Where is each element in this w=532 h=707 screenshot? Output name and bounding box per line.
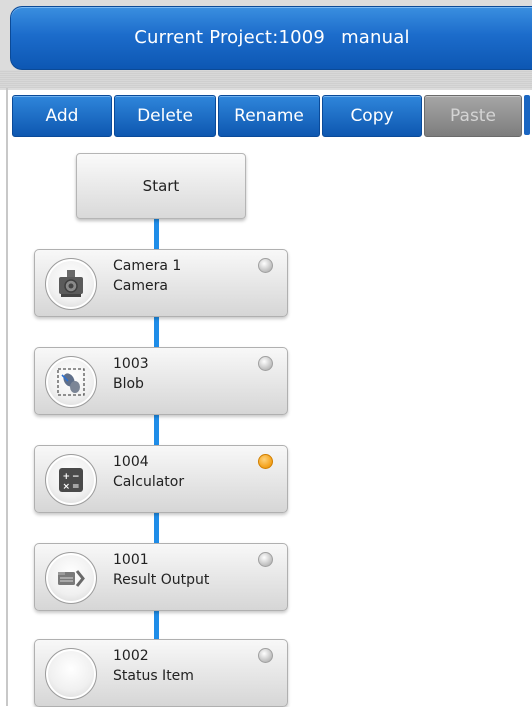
status-indicator — [258, 552, 273, 567]
add-button[interactable]: Add — [12, 95, 112, 137]
start-node[interactable]: Start — [76, 153, 246, 219]
title-prefix: Current Project: — [134, 27, 279, 48]
flow-node-result-output[interactable]: 1001 Result Output — [34, 543, 288, 611]
flow-connector — [154, 609, 159, 639]
paste-button: Paste — [424, 95, 522, 137]
project-title-bar: Current Project:1009 manual — [10, 6, 532, 70]
left-border — [6, 88, 8, 706]
status-indicator-active — [258, 454, 273, 469]
blob-icon — [45, 356, 97, 408]
node-title: 1002 — [113, 648, 149, 664]
flow-node-status-item[interactable]: 1002 Status Item — [34, 639, 288, 707]
toolbar-overflow-edge — [524, 95, 530, 135]
status-indicator — [258, 648, 273, 663]
flow-node-camera[interactable]: Camera 1 Camera — [34, 249, 288, 317]
node-type: Status Item — [113, 668, 194, 684]
flow-connector — [154, 315, 159, 347]
delete-button[interactable]: Delete — [114, 95, 216, 137]
node-title: Camera 1 — [113, 258, 182, 274]
copy-button[interactable]: Copy — [322, 95, 422, 137]
svg-text:×: × — [63, 482, 71, 492]
node-title: 1001 — [113, 552, 149, 568]
project-id: 1009 — [278, 27, 326, 48]
flow-connector — [154, 217, 159, 249]
flow-connector — [154, 413, 159, 445]
status-indicator — [258, 356, 273, 371]
project-mode: manual — [341, 27, 410, 48]
flow-connector — [154, 511, 159, 543]
rename-button[interactable]: Rename — [218, 95, 320, 137]
node-type: Calculator — [113, 474, 185, 490]
node-type: Camera — [113, 278, 168, 294]
svg-text:−: − — [72, 472, 80, 482]
status-item-icon — [45, 648, 97, 700]
result-output-icon — [45, 552, 97, 604]
node-title: 1004 — [113, 454, 149, 470]
node-title: 1003 — [113, 356, 149, 372]
calculator-icon: + − × = — [45, 454, 97, 506]
header-divider — [0, 70, 532, 88]
camera-icon — [45, 258, 97, 310]
svg-text:+: + — [63, 472, 71, 482]
status-indicator — [258, 258, 273, 273]
svg-text:=: = — [72, 482, 80, 492]
node-type: Result Output — [113, 572, 210, 588]
toolbar: Add Delete Rename Copy Paste — [12, 95, 530, 137]
node-type: Blob — [113, 376, 144, 392]
flow-node-calculator[interactable]: + − × = 1004 Calculator — [34, 445, 288, 513]
flow-node-blob[interactable]: 1003 Blob — [34, 347, 288, 415]
